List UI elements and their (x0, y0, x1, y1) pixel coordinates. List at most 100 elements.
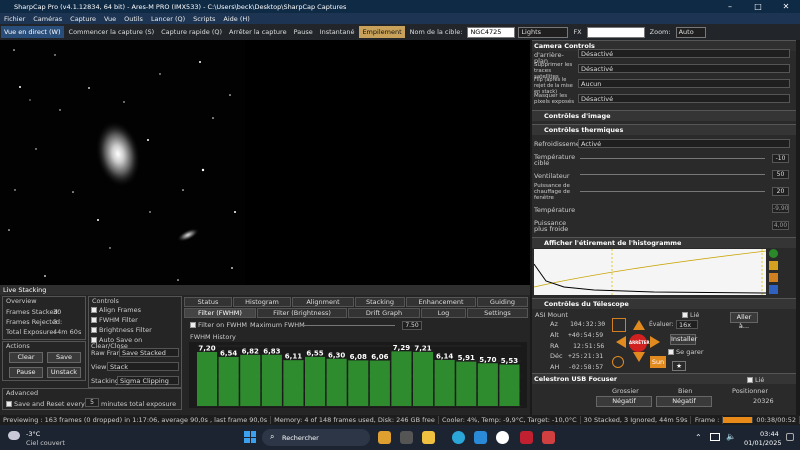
target-temp-slider[interactable] (580, 158, 765, 159)
eval-select[interactable]: 16x (676, 320, 698, 329)
install-button[interactable]: Installer (670, 334, 697, 345)
telescope-header[interactable]: Contrôles du Télescope (532, 298, 796, 309)
tab-filter-brightness[interactable]: Filter (Brightness) (257, 308, 347, 318)
menu-fichier[interactable]: Fichier (0, 15, 29, 23)
sun-button[interactable]: Sun (650, 356, 666, 368)
live-view-button[interactable]: Vue en direct (W) (1, 26, 64, 38)
stacking-button[interactable]: Empilement (359, 26, 405, 38)
menu-lancer[interactable]: Lancer (Q) (147, 15, 189, 23)
menu-cameras[interactable]: Caméras (29, 15, 66, 23)
brightness-filter-checkbox[interactable]: Brightness Filter (91, 327, 152, 333)
max-fwhm-slider[interactable] (300, 325, 395, 326)
histogram-gear-icon[interactable] (769, 273, 778, 282)
view-select[interactable]: Stack (107, 362, 179, 371)
histogram-reset-icon[interactable] (769, 261, 778, 270)
image-viewport[interactable] (0, 40, 530, 285)
tab-log[interactable]: Log (421, 308, 466, 318)
target-temp-value[interactable]: -10 (772, 154, 789, 163)
park-checkbox[interactable]: Se garer (668, 349, 704, 355)
max-fwhm-value[interactable]: 7.50 (402, 321, 422, 330)
quick-capture-button[interactable]: Capture rapide (Q) (159, 28, 224, 36)
network-icon[interactable] (710, 433, 720, 441)
app-icon-1[interactable] (378, 431, 391, 444)
histogram-plot[interactable] (534, 249, 766, 295)
zoom-select[interactable]: Auto (675, 26, 706, 38)
tab-alignment[interactable]: Alignment (292, 297, 354, 307)
start-capture-button[interactable]: Commencer la capture (S) (67, 28, 157, 36)
slew-north-icon[interactable] (633, 320, 645, 330)
clock-date[interactable]: 01/01/2025 (744, 439, 781, 447)
menu-capture[interactable]: Capture (66, 15, 100, 23)
fan-value[interactable]: 50 (772, 170, 789, 179)
tab-settings[interactable]: Settings (467, 308, 528, 318)
save-button[interactable]: Save (47, 352, 81, 363)
unstack-button[interactable]: Unstack (47, 367, 81, 378)
chevron-up-icon[interactable]: ⌃ (695, 433, 702, 442)
clock-time[interactable]: 03:44 (760, 430, 779, 438)
goto-button[interactable]: Aller à... (730, 312, 758, 330)
menu-outils[interactable]: Outils (120, 15, 147, 23)
mask-select[interactable]: Désactivé (578, 94, 790, 103)
maximize-button[interactable]: □ (744, 0, 772, 13)
slew-west-icon[interactable] (616, 336, 626, 348)
tab-guiding[interactable]: Guiding (477, 297, 528, 307)
image-controls-header[interactable]: Contrôles d'image (532, 110, 796, 121)
histogram-header[interactable]: Afficher l'étirement de l'histogramme (532, 237, 796, 248)
volume-icon[interactable]: 🔈 (726, 432, 736, 441)
pdf-icon[interactable] (542, 431, 555, 444)
mount-linked[interactable]: Lié (682, 312, 699, 318)
fan-slider[interactable] (580, 174, 765, 175)
clear-button[interactable]: Clear (9, 352, 43, 363)
heater-slider[interactable] (580, 191, 765, 192)
tab-enhancement[interactable]: Enhancement (406, 297, 476, 307)
save-reset-input[interactable]: 5 (85, 398, 99, 407)
focuser-coarse-negative[interactable]: Négatif (596, 396, 652, 407)
satellite-select[interactable]: Désactivé (578, 64, 790, 73)
minimize-button[interactable]: – (716, 0, 744, 13)
tab-status[interactable]: Status (184, 297, 232, 307)
chrome-icon[interactable] (496, 431, 509, 444)
menu-aide[interactable]: Aide (H) (219, 15, 253, 23)
tab-drift-graph[interactable]: Drift Graph (348, 308, 420, 318)
slew-east-icon[interactable] (650, 336, 660, 348)
store-icon[interactable] (474, 431, 487, 444)
frame-type-select[interactable]: Lights (518, 26, 569, 38)
sharpcap-icon[interactable] (520, 431, 533, 444)
windows-start-icon[interactable] (244, 431, 256, 443)
histogram-save-icon[interactable] (769, 285, 778, 294)
tab-stacking[interactable]: Stacking (355, 297, 405, 307)
align-checkbox[interactable]: Align Frames (91, 307, 141, 313)
background-select[interactable]: Désactivé (578, 49, 790, 58)
tab-histogram[interactable]: Histogram (233, 297, 291, 307)
flip-select[interactable]: Aucun (578, 79, 790, 88)
menu-vue[interactable]: Vue (100, 15, 120, 23)
save-reset-checkbox[interactable]: Save and Reset every (6, 401, 85, 407)
focuser-linked[interactable]: Lié (747, 377, 764, 383)
weather-desc[interactable]: Ciel couvert (26, 439, 65, 447)
notification-icon[interactable] (786, 433, 794, 441)
focuser-fine-negative[interactable]: Négatif (656, 396, 712, 407)
thermal-controls-header[interactable]: Contrôles thermiques (532, 124, 796, 135)
pause-button[interactable]: Pause (292, 28, 315, 36)
target-name-input[interactable]: NGC4725 (467, 26, 516, 38)
edge-icon[interactable] (452, 431, 465, 444)
stop-capture-button[interactable]: Arrêter la capture (227, 28, 289, 36)
file-explorer-icon[interactable] (422, 431, 435, 444)
track-icon[interactable] (612, 356, 624, 368)
slew-south-icon[interactable] (633, 352, 645, 362)
histogram-auto-icon[interactable] (769, 249, 778, 258)
slew-nw-icon[interactable] (612, 318, 626, 332)
close-button[interactable]: ✕ (772, 0, 800, 13)
filter-on-fwhm-checkbox[interactable]: Filter on FWHM (190, 322, 247, 328)
tab-filter-fwhm[interactable]: Filter (FWHM) (184, 308, 256, 318)
star-icon[interactable]: ★ (672, 361, 686, 371)
task-view-icon[interactable] (400, 431, 413, 444)
stop-button[interactable]: ARRÊTER (629, 334, 650, 352)
heater-value[interactable]: 20 (772, 187, 789, 196)
search-box[interactable]: ⌕ Rechercher (262, 429, 370, 446)
snapshot-button[interactable]: Instantané (318, 28, 357, 36)
pause-stack-button[interactable]: Pause (9, 367, 43, 378)
weather-temp[interactable]: -3°C (26, 430, 40, 438)
fx-select[interactable] (586, 26, 645, 38)
menu-scripts[interactable]: Scripts (189, 15, 219, 23)
